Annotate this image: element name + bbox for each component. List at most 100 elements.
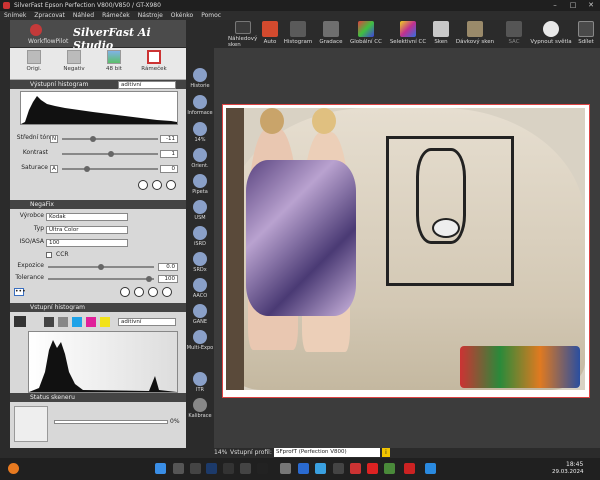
saturation-channel-box[interactable]: A: [50, 165, 58, 173]
tool-calibration[interactable]: Kalibrace: [186, 398, 214, 419]
workflow-pilot-button[interactable]: WorkflowPilot: [28, 38, 68, 45]
hat-icon[interactable]: [134, 287, 144, 297]
iso-select[interactable]: 100: [46, 239, 128, 247]
toolbar-batch-scan[interactable]: Dávkový sken: [455, 21, 495, 48]
mode-negative[interactable]: Negativ: [56, 50, 92, 72]
saturation-slider[interactable]: [62, 168, 158, 170]
more-options-button[interactable]: •••: [14, 288, 26, 296]
toolbar-gradation[interactable]: Gradace: [318, 21, 344, 48]
tool-orientation[interactable]: Orient.: [186, 148, 214, 169]
menu-ramecek[interactable]: Rámeček: [102, 12, 130, 19]
scanner-status-header[interactable]: Status skeneru: [10, 393, 186, 402]
tolerance-slider-knob[interactable]: [146, 276, 152, 282]
midtone-slider[interactable]: [62, 138, 158, 140]
close-button[interactable]: ✕: [582, 0, 600, 11]
minimize-button[interactable]: –: [546, 0, 564, 11]
app-icon[interactable]: [384, 463, 395, 474]
weather-icon[interactable]: [8, 463, 19, 474]
reset-icon[interactable]: [162, 287, 172, 297]
help-icon[interactable]: [120, 287, 130, 297]
film-type-select[interactable]: Ultra Color: [46, 226, 128, 234]
channel-gray[interactable]: [58, 317, 68, 327]
tool-history[interactable]: Historie: [186, 68, 214, 89]
play-icon[interactable]: [148, 287, 158, 297]
menu-snimek[interactable]: Snímek: [4, 12, 26, 19]
info-icon[interactable]: i: [382, 448, 390, 457]
tool-usm[interactable]: USM: [186, 200, 214, 221]
toolbar-selective-cc[interactable]: Selektivní CC: [388, 21, 428, 48]
mode-original[interactable]: Origi.: [16, 50, 52, 72]
input-histogram-header[interactable]: Vstupní histogram: [10, 303, 186, 312]
tolerance-slider[interactable]: [48, 278, 154, 280]
app-icon[interactable]: [240, 463, 251, 474]
midtone-value[interactable]: -11: [160, 135, 178, 143]
output-histogram-mode-select[interactable]: aditivní: [118, 81, 176, 89]
play-icon[interactable]: [152, 180, 162, 190]
toolbar-auto[interactable]: Auto: [261, 21, 279, 48]
tool-zoom[interactable]: 14%: [186, 122, 214, 143]
taskview-icon[interactable]: [190, 463, 201, 474]
maximize-button[interactable]: □: [564, 0, 582, 11]
menu-zpracovat[interactable]: Zpracovat: [34, 12, 65, 19]
input-histogram-mode-select[interactable]: aditivní: [118, 318, 176, 326]
saturation-slider-knob[interactable]: [84, 166, 90, 172]
filezilla-icon[interactable]: [404, 463, 415, 474]
mode-frame[interactable]: Rámeček: [136, 50, 172, 72]
channel-cyan[interactable]: [72, 317, 82, 327]
scan-icon: [433, 21, 449, 37]
tool-srdx[interactable]: SRDx: [186, 252, 214, 273]
help-icon[interactable]: [138, 180, 148, 190]
tool-multi-expo[interactable]: Multi-Expo: [186, 330, 214, 351]
photoshop-icon[interactable]: [206, 463, 217, 474]
chrome-icon[interactable]: [367, 463, 378, 474]
tool-info[interactable]: Informace: [186, 95, 214, 116]
saturation-value[interactable]: 0: [160, 165, 178, 173]
toolbar-global-cc[interactable]: Globální CC: [348, 21, 384, 48]
app-icon[interactable]: [350, 463, 361, 474]
toolbar-preview-scan[interactable]: Náhledový sken: [228, 21, 258, 48]
ccr-checkbox[interactable]: [46, 252, 52, 258]
bridge-icon[interactable]: [257, 463, 268, 474]
menu-okenko[interactable]: Okénko: [171, 12, 193, 19]
midtone-slider-knob[interactable]: [90, 136, 96, 142]
menu-pomoc[interactable]: Pomoc: [201, 12, 221, 19]
explorer-icon[interactable]: [223, 463, 234, 474]
channel-tool-icon[interactable]: [14, 316, 26, 327]
tolerance-value[interactable]: 100: [158, 275, 178, 283]
tool-aaco[interactable]: AACO: [186, 278, 214, 299]
contrast-slider-knob[interactable]: [108, 151, 114, 157]
gradation-icon: [323, 21, 339, 37]
toolbar-scan[interactable]: Sken: [432, 21, 450, 48]
toolbar-sac[interactable]: SAC: [505, 21, 523, 48]
channel-magenta[interactable]: [86, 317, 96, 327]
app-icon[interactable]: [333, 463, 344, 474]
midtone-channel-box[interactable]: N: [50, 135, 58, 143]
app-icon[interactable]: [298, 463, 309, 474]
profile-value[interactable]: SFprofT (Perfection V800): [274, 448, 380, 457]
maker-select[interactable]: Kodak: [46, 213, 128, 221]
toolbar-share[interactable]: Sdílet: [576, 21, 596, 48]
toolbar-histogram[interactable]: Histogram: [283, 21, 313, 48]
menu-nahled[interactable]: Náhled: [73, 12, 94, 19]
explorer-icon[interactable]: [315, 463, 326, 474]
menu-nastroje[interactable]: Nástroje: [138, 12, 163, 19]
channel-yellow[interactable]: [100, 317, 110, 327]
contrast-value[interactable]: 1: [160, 150, 178, 158]
preview-image[interactable]: [226, 108, 585, 390]
tool-itr[interactable]: ITR: [186, 372, 214, 393]
exposure-slider-knob[interactable]: [98, 264, 104, 270]
mode-48bit[interactable]: 48 bit: [96, 50, 132, 72]
negafix-header[interactable]: NegaFix: [10, 200, 186, 209]
edge-icon[interactable]: [425, 463, 436, 474]
tool-isrd[interactable]: iSRD: [186, 226, 214, 247]
exposure-value[interactable]: 0.0: [158, 263, 178, 271]
tool-pipette[interactable]: Pipeta: [186, 174, 214, 195]
toolbar-lights-off[interactable]: Vypnout světla: [530, 21, 572, 48]
tool-gane[interactable]: GANE: [186, 304, 214, 325]
start-icon[interactable]: [155, 463, 166, 474]
channel-k[interactable]: [44, 317, 54, 327]
silverfast-icon[interactable]: [280, 463, 291, 474]
search-icon[interactable]: [173, 463, 184, 474]
tolerance-row: Tolerance 100: [10, 274, 186, 284]
reset-icon[interactable]: [166, 180, 176, 190]
